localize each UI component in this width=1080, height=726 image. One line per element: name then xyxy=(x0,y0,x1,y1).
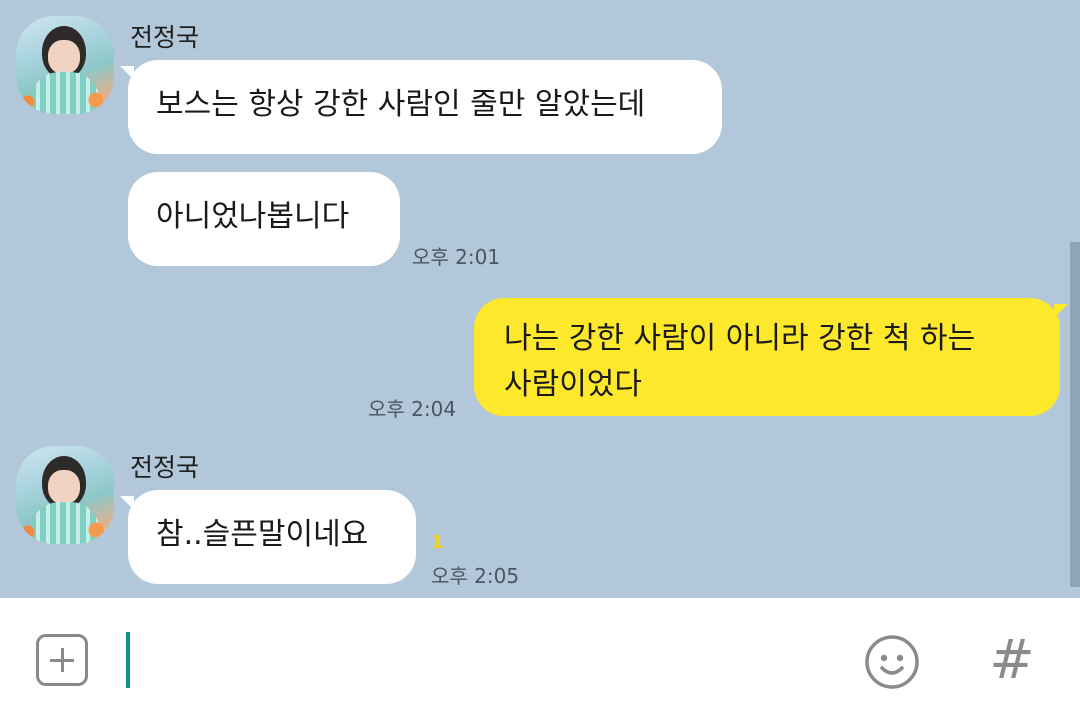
message-text: 아니었나봅니다 xyxy=(156,199,350,234)
sender-name: 전정국 xyxy=(130,453,200,482)
sender-avatar[interactable] xyxy=(16,16,114,114)
message-text: 참..슬픈말이네요 xyxy=(156,517,369,552)
message-input-bar: # xyxy=(0,598,1080,726)
message-timestamp: 오후 2:04 xyxy=(368,397,457,421)
message-input[interactable] xyxy=(120,628,840,694)
incoming-message-bubble[interactable]: 참..슬픈말이네요 xyxy=(128,490,416,584)
text-cursor xyxy=(126,632,130,688)
scrollbar[interactable] xyxy=(1070,242,1080,587)
message-timestamp: 오후 2:05 xyxy=(431,564,520,588)
plus-square-icon[interactable] xyxy=(36,634,88,686)
incoming-message-bubble[interactable]: 아니었나봅니다 xyxy=(128,172,400,266)
unread-count-badge: 1 xyxy=(431,532,444,553)
message-text-line: 사람이었다 xyxy=(504,367,642,402)
chat-area[interactable]: 전정국 보스는 항상 강한 사람인 줄만 알았는데 아니었나봅니다 오후 2:0… xyxy=(0,0,1080,598)
message-timestamp: 오후 2:01 xyxy=(412,245,501,269)
hashtag-button[interactable]: # xyxy=(984,628,1040,692)
incoming-message-bubble[interactable]: 보스는 항상 강한 사람인 줄만 알았는데 xyxy=(128,60,722,154)
outgoing-message-bubble[interactable]: 나는 강한 사람이 아니라 강한 척 하는 사람이었다 xyxy=(474,298,1060,416)
message-text-line: 나는 강한 사람이 아니라 강한 척 하는 xyxy=(504,321,976,356)
smiley-icon[interactable] xyxy=(864,634,920,690)
message-text: 보스는 항상 강한 사람인 줄만 알았는데 xyxy=(156,87,646,122)
sender-avatar[interactable] xyxy=(16,446,114,544)
sender-name: 전정국 xyxy=(130,23,200,52)
bubble-tail xyxy=(1054,304,1068,318)
